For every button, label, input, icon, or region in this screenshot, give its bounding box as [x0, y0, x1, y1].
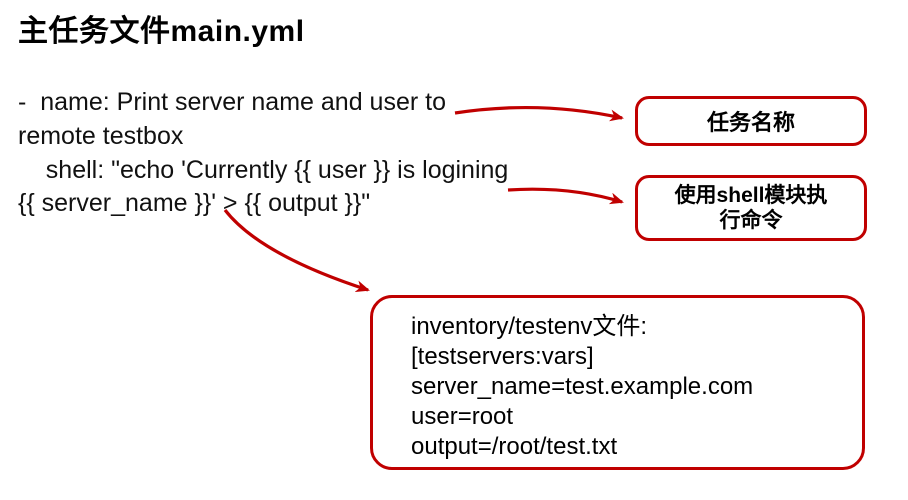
info-line-5: output=/root/test.txt	[411, 432, 844, 462]
inventory-info-box: inventory/testenv文件: [testservers:vars] …	[370, 295, 865, 470]
info-line-2: [testservers:vars]	[411, 342, 844, 372]
info-line-1: inventory/testenv文件:	[411, 312, 844, 342]
info-line-4: user=root	[411, 402, 844, 432]
page-title: 主任务文件main.yml	[18, 6, 305, 50]
callout-shell-module: 使用shell模块执 行命令	[635, 175, 867, 241]
callout-shell-module-label: 使用shell模块执 行命令	[675, 183, 828, 233]
info-line-3: server_name=test.example.com	[411, 372, 844, 402]
callout-task-name-label: 任务名称	[707, 105, 795, 137]
callout-task-name: 任务名称	[635, 96, 867, 146]
yaml-code-block: - name: Print server name and user to re…	[18, 86, 518, 221]
